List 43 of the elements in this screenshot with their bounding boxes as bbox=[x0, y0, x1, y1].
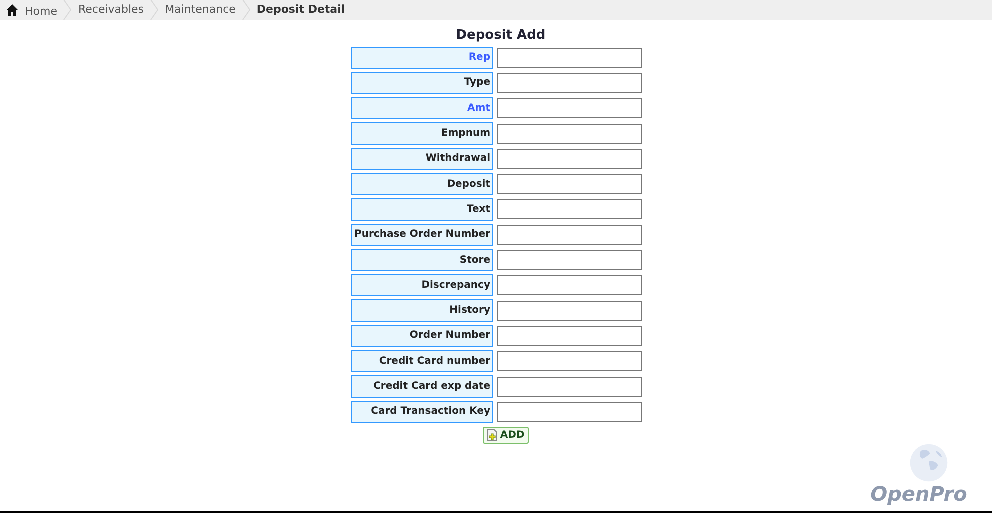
text-field[interactable] bbox=[496, 174, 642, 194]
text-field[interactable] bbox=[496, 72, 642, 93]
text-field[interactable] bbox=[496, 199, 642, 220]
breadcrumb-link[interactable]: Maintenance bbox=[165, 2, 236, 18]
field-label: Card Transaction Key bbox=[350, 400, 492, 423]
field-label: Rep bbox=[350, 46, 492, 69]
text-field[interactable] bbox=[496, 98, 642, 118]
field-label: Type bbox=[350, 72, 492, 94]
text-field[interactable] bbox=[496, 148, 642, 169]
breadcrumb-link[interactable]: Deposit Detail bbox=[256, 2, 346, 18]
breadcrumb-link[interactable]: Home bbox=[25, 4, 58, 20]
text-field[interactable] bbox=[496, 300, 642, 321]
add-document-icon bbox=[487, 429, 498, 442]
field-label: Purchase Order Number bbox=[350, 224, 492, 246]
add-button[interactable]: ADD bbox=[483, 426, 529, 444]
breadcrumb-link[interactable]: Receivables bbox=[78, 2, 144, 18]
text-field[interactable] bbox=[496, 250, 642, 270]
form-title: Deposit Add bbox=[456, 27, 546, 45]
text-field[interactable] bbox=[496, 351, 642, 372]
text-field[interactable] bbox=[496, 48, 642, 68]
field-label: Empnum bbox=[350, 122, 492, 145]
text-field[interactable] bbox=[496, 275, 642, 296]
logo-text: OpenPro bbox=[870, 483, 968, 505]
text-field[interactable] bbox=[496, 326, 642, 346]
field-label: Discrepancy bbox=[350, 274, 492, 296]
field-label: Amt bbox=[350, 97, 492, 120]
field-label: Deposit bbox=[350, 172, 492, 196]
field-label: Text bbox=[350, 198, 492, 221]
text-field[interactable] bbox=[496, 224, 642, 245]
chevron-icon bbox=[242, 0, 251, 20]
home-icon bbox=[6, 4, 19, 16]
field-label: History bbox=[350, 299, 492, 322]
field-label: Withdrawal bbox=[350, 148, 492, 170]
chevron-icon bbox=[150, 0, 160, 20]
field-label: Credit Card number bbox=[350, 350, 492, 372]
globe-icon bbox=[909, 443, 949, 483]
field-label: Order Number bbox=[350, 324, 492, 348]
field-label: Store bbox=[350, 248, 492, 272]
field-label: Credit Card exp date bbox=[350, 375, 492, 398]
text-field[interactable] bbox=[496, 402, 642, 422]
text-field[interactable] bbox=[496, 124, 642, 144]
chevron-icon bbox=[63, 0, 72, 20]
text-field[interactable] bbox=[496, 376, 642, 396]
